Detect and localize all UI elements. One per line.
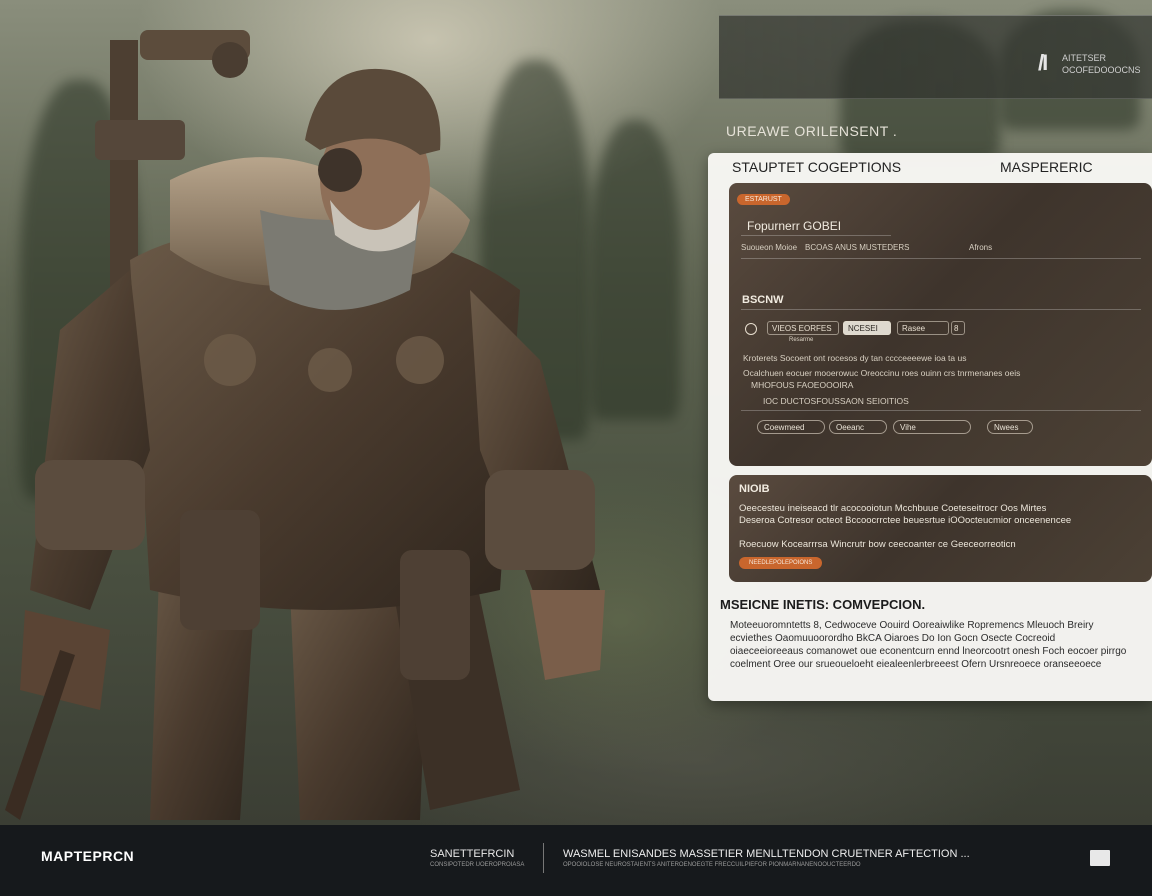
section-label: UREAWE ORILENSENT .	[726, 123, 898, 139]
info-card: STAUPTET COGEPTIONS MASPERERIC ESTARUST …	[708, 153, 1152, 701]
refresh-icon[interactable]	[745, 323, 757, 335]
action-button-2[interactable]: Oeeanc	[829, 420, 887, 434]
top-subtitle: AITETSER OCOFEDOOOCNS	[1062, 52, 1150, 76]
status-badge: ESTARUST	[737, 194, 790, 205]
top-subtitle-line-2: OCOFEDOOOCNS	[1062, 65, 1141, 75]
footer-right-title[interactable]: WASMEL ENISANDES MASSETIER MENLLTENDON C…	[563, 848, 970, 860]
top-subtitle-line-1: AITETSER	[1062, 53, 1107, 63]
warrior-illustration	[5, 30, 605, 820]
footer-logo[interactable]: MAPTEPRCN	[41, 848, 134, 864]
notes-action-button[interactable]: NEEDLEPOLEPOIONS	[739, 557, 823, 569]
field-code[interactable]: NCESEI	[843, 321, 891, 335]
detail-line-4: IOC DUCTOSFOUSSAON SEIOITIOS	[763, 396, 909, 406]
summary-title: MSEICNE INETIS: COMVEPCION.	[720, 597, 926, 612]
details-panel: ESTARUST Fopurnerr GOBEI Suoueon Moioe B…	[729, 183, 1152, 466]
field-name[interactable]: VIEOS EORFES	[767, 321, 839, 335]
footer-mid-title[interactable]: SANETTEFRCIN	[430, 848, 514, 860]
notes-heading: NIOIB	[739, 483, 770, 495]
footer-divider	[543, 843, 544, 873]
footer-right-subtitle: OPOOIOLOSE NEUROSTAIENTS ANITEROENOEGTE …	[563, 862, 861, 868]
row-mid: BCOAS ANUS MUSTEDERS	[805, 243, 910, 252]
field-note: Resarme	[789, 337, 814, 343]
field-count[interactable]: 8	[951, 321, 965, 335]
notes-panel: NIOIB Oeecesteu ineiseacd tlr acocooiotu…	[729, 475, 1152, 582]
row-right: Afrons	[969, 243, 993, 252]
footer-mid-subtitle: CONSIPOTEDR UOEROPROIASA	[430, 862, 525, 868]
document-icon[interactable]	[1090, 850, 1110, 866]
row-left: Suoueon Moioe	[741, 243, 798, 252]
action-button-4[interactable]: Nwees	[987, 420, 1033, 434]
detail-line-1: Kroterets Socoent ont rocesos dy tan ccc…	[743, 353, 967, 363]
action-button-1[interactable]: Coewmeed	[757, 420, 825, 434]
section-heading: BSCNW	[742, 294, 784, 306]
footer-bar: MAPTEPRCN SANETTEFRCIN CONSIPOTEDR UOERO…	[0, 825, 1152, 896]
notes-text-2: Deseroa Cotresor octeot Bccoocrrctee beu…	[739, 515, 1072, 526]
panel-heading: Fopurnerr GOBEI	[747, 219, 842, 233]
top-mark: /I	[1038, 50, 1048, 75]
action-button-3[interactable]: Vihe	[893, 420, 971, 434]
card-title-right: MASPERERIC	[1000, 159, 1093, 175]
notes-text-1: Oeecesteu ineiseacd tlr acocooiotun Mcch…	[739, 503, 1047, 514]
summary-text: Moteeuoromntetts 8, Cedwoceve Oouird Oor…	[730, 620, 1127, 670]
detail-line-3: MHOFOUS FAOEOOOIRA	[751, 380, 854, 390]
card-title: STAUPTET COGEPTIONS	[732, 159, 902, 175]
notes-text-3: Roecuow Kocearrrsa Wincrutr bow ceecoant…	[739, 539, 1016, 550]
field-rate[interactable]: Rasee	[897, 321, 949, 335]
detail-line-2: Ocalchuen eocuer mooerowuc Oreoccinu roe…	[743, 368, 1021, 378]
